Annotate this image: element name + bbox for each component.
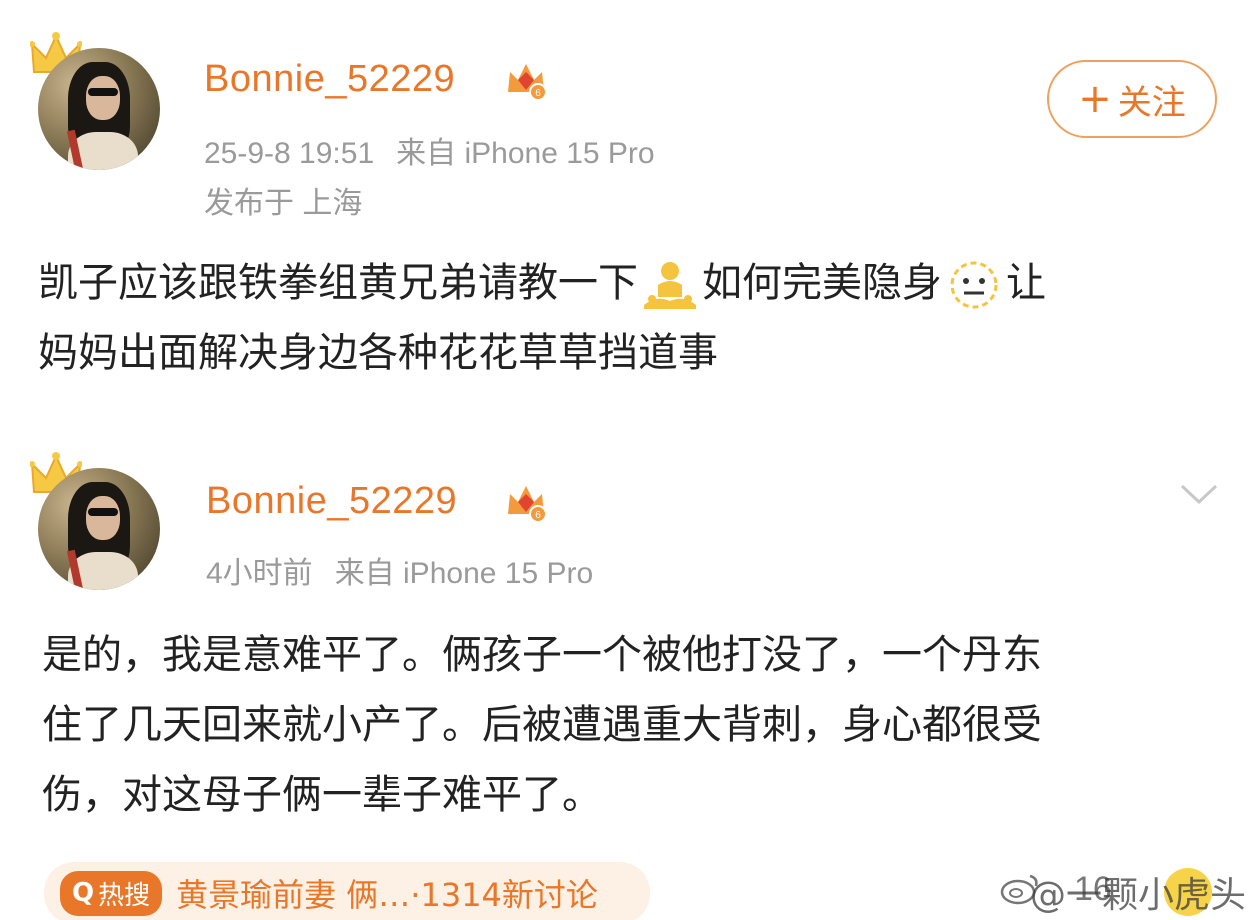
post-meta: 4小时前 来自 iPhone 15 Pro bbox=[206, 548, 593, 592]
follow-button[interactable]: + 关注 bbox=[1047, 60, 1217, 138]
avatar bbox=[38, 48, 160, 170]
hot-search-tag[interactable]: Q 热搜 黄景瑜前妻 俩…·1314新讨论 bbox=[44, 862, 650, 920]
content-line: 妈妈出面解决身边各种花花草草挡道事 bbox=[38, 330, 718, 376]
content-text: 如何完美隐身 bbox=[702, 260, 942, 306]
meditation-emoji-icon bbox=[644, 262, 696, 309]
vip-level-icon: 6 bbox=[508, 486, 547, 523]
avatar-wrap[interactable] bbox=[30, 28, 170, 170]
hot-search-text: 黄景瑜前妻 俩…·1314新讨论 bbox=[176, 876, 598, 914]
post-meta: 25-9-8 19:51 来自 iPhone 15 Pro bbox=[204, 128, 655, 172]
follow-label: 关注 bbox=[1117, 82, 1186, 123]
post-original: Bonnie_52229 6 25-9-8 19:51 来自 iPhone 15 … bbox=[0, 0, 1255, 415]
avatar-wrap[interactable] bbox=[30, 448, 170, 590]
content-line: 是的，我是意难平了。俩孩子一个被他打没了，一个丹东 bbox=[42, 632, 1042, 678]
watermark: @一颗小虎头 bbox=[1030, 875, 1247, 916]
post-source: 来自 iPhone 15 Pro bbox=[396, 137, 655, 170]
post-content: 是的，我是意难平了。俩孩子一个被他打没了，一个丹东 住了几天回来就小产了。后被遭… bbox=[42, 620, 1042, 830]
content-text: 让 bbox=[1006, 260, 1046, 306]
post-time: 25-9-8 19:51 bbox=[204, 137, 375, 170]
post-source: 来自 iPhone 15 Pro bbox=[334, 557, 594, 590]
search-icon: Q bbox=[72, 878, 95, 908]
plus-icon: + bbox=[1078, 76, 1112, 122]
svg-text:6: 6 bbox=[535, 510, 541, 521]
avatar bbox=[38, 468, 160, 590]
post-content: 凯子应该跟铁拳组黄兄弟请教一下 如何完美隐身 让 妈妈出面解决身边各种花花草草挡… bbox=[38, 248, 1046, 388]
weibo-comment-screenshot: Bonnie_52229 6 25-9-8 19:51 来自 iPhone 15 … bbox=[0, 0, 1255, 920]
vip-level-icon: 6 bbox=[508, 64, 547, 101]
svg-text:6: 6 bbox=[535, 88, 541, 99]
content-line: 凯子应该跟铁拳组黄兄弟请教一下 如何完美隐身 让 bbox=[38, 248, 1046, 318]
post-time: 4小时前 bbox=[206, 557, 313, 590]
hot-search-badge: Q 热搜 bbox=[60, 870, 163, 916]
neutral-face-emoji-icon bbox=[950, 261, 998, 309]
content-line: 住了几天回来就小产了。后被遭遇重大背刺，身心都很受 bbox=[42, 702, 1042, 748]
username[interactable]: Bonnie_52229 bbox=[204, 58, 455, 101]
hot-search-badge-label: 热搜 bbox=[98, 880, 151, 911]
post-location: 发布于 上海 bbox=[204, 187, 363, 220]
content-line: 伤，对这母子俩一辈子难平了。 bbox=[42, 772, 602, 818]
chevron-down-icon[interactable] bbox=[1178, 478, 1220, 508]
username[interactable]: Bonnie_52229 bbox=[206, 480, 457, 523]
post-reply: Bonnie_52229 6 4小时前 来自 iPhone 15 Pro 是的，我… bbox=[0, 440, 1255, 840]
content-text: 凯子应该跟铁拳组黄兄弟请教一下 bbox=[38, 260, 638, 306]
